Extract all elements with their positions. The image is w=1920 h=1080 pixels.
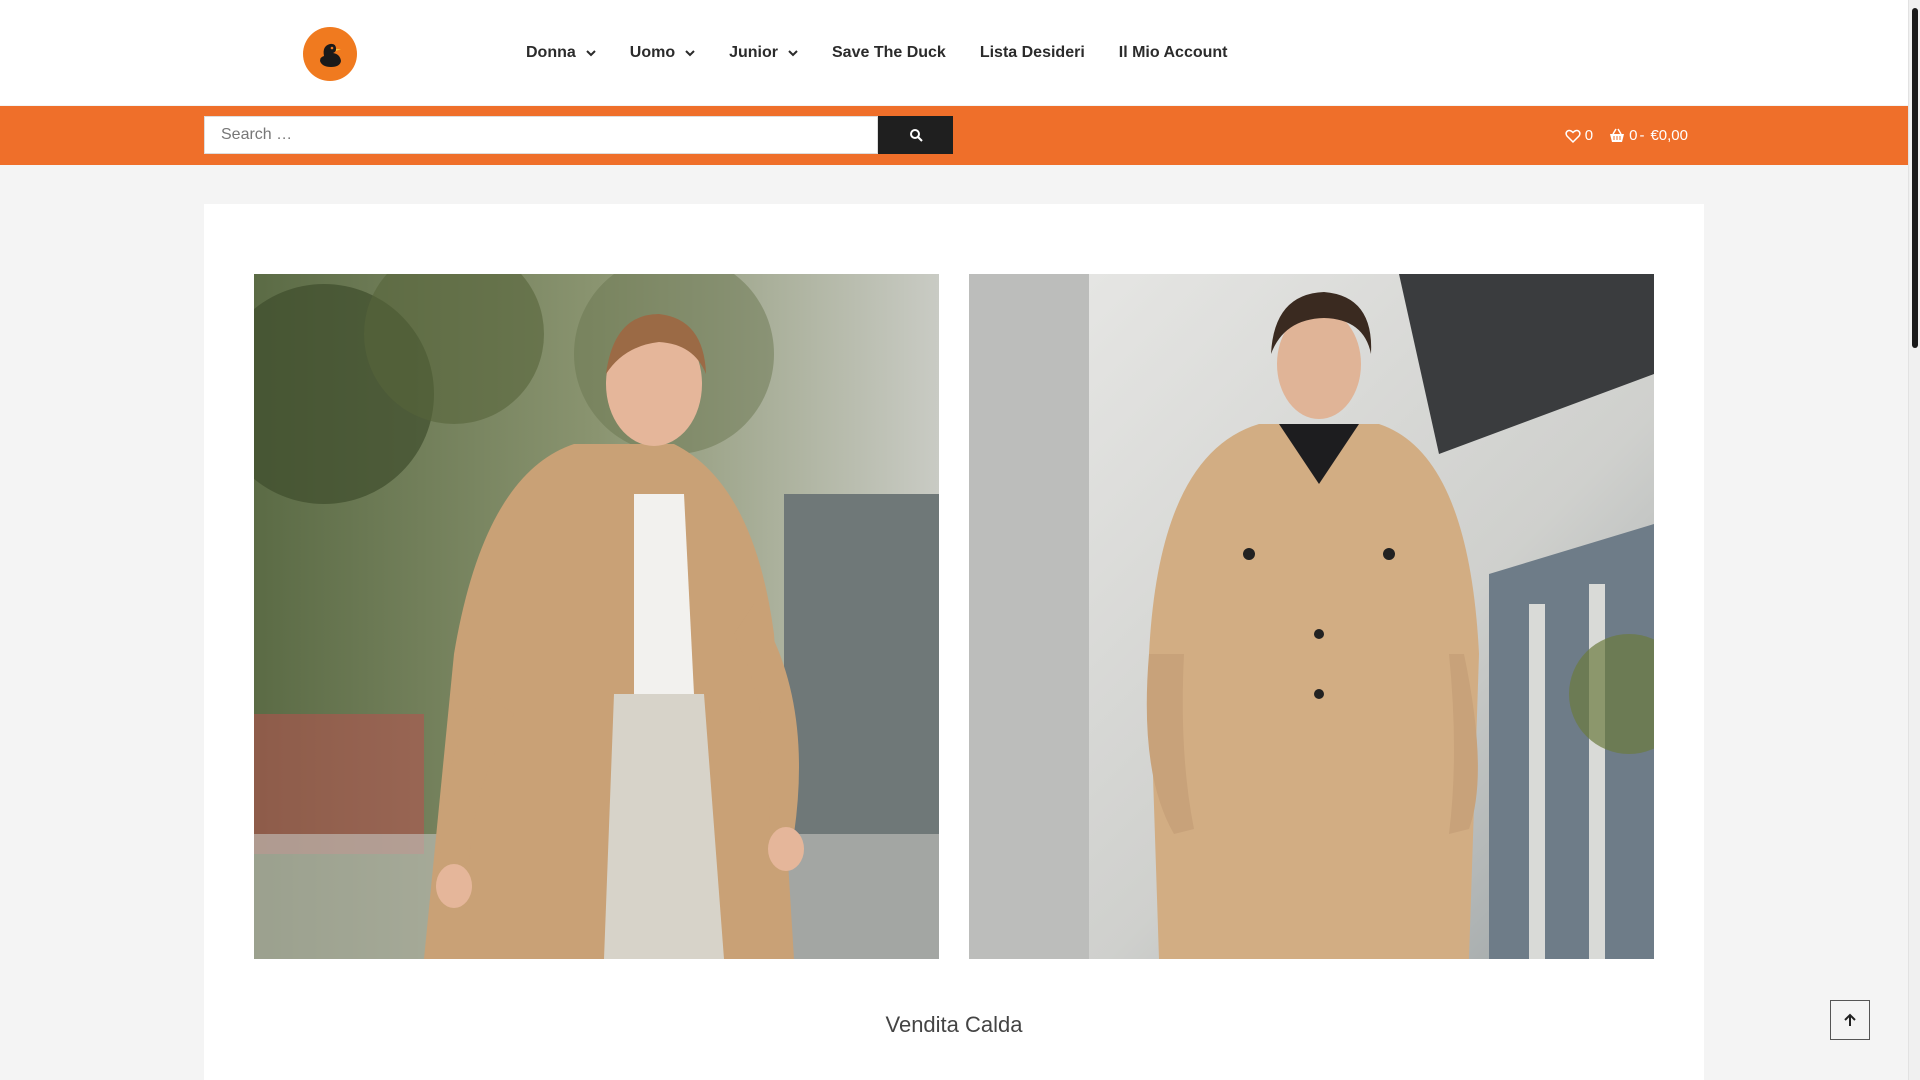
duck-logo[interactable] bbox=[303, 27, 357, 81]
cart-total: €0,00 bbox=[1650, 127, 1688, 144]
nav-item-junior[interactable]: Junior bbox=[729, 44, 798, 62]
nav-label: Donna bbox=[526, 43, 576, 61]
featured-content-card: Vendita Calda bbox=[204, 204, 1704, 1080]
scrollbar-thumb[interactable] bbox=[1912, 8, 1918, 348]
chevron-down-icon bbox=[788, 49, 798, 56]
nav-label: Il Mio Account bbox=[1118, 43, 1228, 61]
man-photo bbox=[969, 274, 1654, 959]
promo-image-man[interactable] bbox=[969, 274, 1654, 959]
chevron-down-icon bbox=[685, 49, 695, 56]
nav-label: Lista Desideri bbox=[979, 43, 1085, 61]
duck-icon bbox=[320, 43, 341, 67]
main-nav: Donna Uomo Junior Save The Duck Lista De… bbox=[526, 0, 1262, 105]
search-button[interactable] bbox=[878, 116, 953, 154]
nav-label: Uomo bbox=[629, 43, 676, 61]
nav-item-donna[interactable]: Donna bbox=[526, 44, 596, 62]
chevron-down-icon bbox=[586, 49, 596, 56]
nav-item-il-mio-account[interactable]: Il Mio Account bbox=[1119, 44, 1228, 62]
heart-icon bbox=[1565, 129, 1581, 143]
header-tools: 0 0 - €0,00 bbox=[1565, 106, 1688, 165]
cart-count: 0 bbox=[1629, 127, 1638, 144]
cart-link[interactable]: 0 - €0,00 bbox=[1609, 127, 1688, 144]
search-input[interactable] bbox=[204, 116, 878, 154]
back-to-top-button[interactable] bbox=[1830, 1000, 1870, 1040]
nav-label: Save The Duck bbox=[832, 43, 946, 61]
nav-item-save-the-duck[interactable]: Save The Duck bbox=[832, 44, 946, 62]
wishlist-count: 0 bbox=[1584, 127, 1594, 144]
nav-item-uomo[interactable]: Uomo bbox=[630, 44, 695, 62]
section-title: Vendita Calda bbox=[885, 1012, 1023, 1037]
page-scrollbar[interactable] bbox=[1908, 0, 1920, 1080]
site-header: Donna Uomo Junior Save The Duck Lista De… bbox=[0, 0, 1908, 105]
basket-icon bbox=[1610, 128, 1625, 142]
search-form bbox=[204, 116, 953, 154]
cart-separator: - bbox=[1639, 127, 1645, 144]
woman-photo bbox=[254, 274, 939, 959]
nav-item-lista-desideri[interactable]: Lista Desideri bbox=[980, 44, 1085, 62]
arrow-up-icon bbox=[1844, 1013, 1856, 1026]
search-icon bbox=[909, 129, 923, 142]
search-bar-strip: 0 0 - €0,00 bbox=[0, 106, 1908, 165]
nav-label: Junior bbox=[729, 43, 778, 61]
wishlist-link[interactable]: 0 bbox=[1565, 127, 1593, 144]
promo-image-woman[interactable] bbox=[254, 274, 939, 959]
